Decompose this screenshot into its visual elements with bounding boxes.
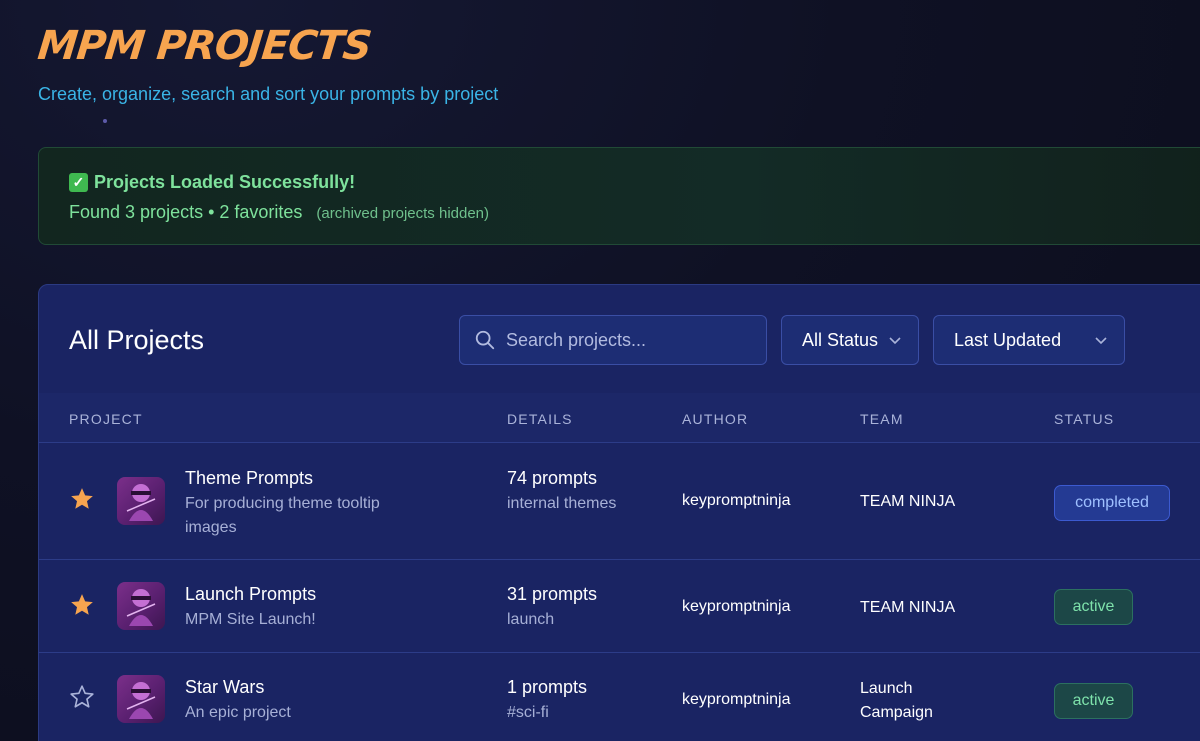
column-header-team[interactable]: TEAM [860, 411, 904, 427]
column-header-author[interactable]: AUTHOR [682, 411, 748, 427]
search-icon [475, 330, 495, 350]
table-row[interactable]: Theme Prompts For producing theme toolti… [39, 444, 1200, 560]
success-title: Projects Loaded Successfully! [94, 172, 356, 192]
project-tags: launch [507, 611, 555, 628]
project-team: TEAM NINJA [860, 599, 956, 616]
app-title: MPM PROJECTS [35, 23, 374, 69]
project-author: keypromptninja [682, 691, 791, 708]
success-title-row: ✓ Projects Loaded Successfully! [69, 172, 355, 193]
success-detail-row: Found 3 projects • 2 favorites (archived… [69, 202, 489, 223]
ninja-avatar-icon [117, 582, 165, 630]
search-input[interactable] [506, 329, 746, 351]
decorative-dot [103, 119, 107, 123]
check-box-icon: ✓ [69, 173, 88, 192]
table-header: PROJECT DETAILS AUTHOR TEAM STATUS [39, 393, 1200, 443]
project-author: keypromptninja [682, 598, 791, 615]
prompt-count: 1 prompts [507, 677, 588, 697]
table-row[interactable]: Star Wars An epic project 1 prompts #sci… [39, 653, 1200, 741]
project-name[interactable]: Launch Prompts [185, 584, 316, 605]
chevron-down-icon [1095, 337, 1107, 345]
project-team: TEAM NINJA [860, 493, 956, 510]
status-badge: active [1054, 589, 1133, 625]
search-box[interactable] [459, 315, 767, 365]
project-tags: internal themes [507, 495, 617, 512]
ninja-avatar-icon [117, 477, 165, 525]
column-header-project[interactable]: PROJECT [69, 411, 143, 427]
project-name[interactable]: Star Wars [185, 677, 264, 698]
status-filter-select[interactable]: All Status [781, 315, 919, 365]
project-description: An epic project [185, 704, 291, 721]
project-author: keypromptninja [682, 492, 791, 509]
status-badge: completed [1054, 485, 1170, 521]
project-team: Launch Campaign [860, 680, 933, 721]
success-note: (archived projects hidden) [316, 205, 490, 222]
panel-title: All Projects [69, 325, 205, 355]
star-filled-icon[interactable] [69, 592, 95, 618]
ninja-avatar-icon [117, 675, 165, 723]
status-badge: active [1054, 683, 1133, 719]
prompt-count: 31 prompts [507, 584, 598, 604]
app-subtitle: Create, organize, search and sort your p… [38, 84, 499, 104]
project-description: For producing theme tooltip images [185, 495, 380, 536]
sort-select[interactable]: Last Updated [933, 315, 1125, 365]
prompt-count: 74 prompts [507, 468, 598, 488]
project-description: MPM Site Launch! [185, 611, 316, 628]
chevron-down-icon [889, 337, 901, 345]
project-tags: #sci-fi [507, 704, 549, 721]
sort-value: Last Updated [954, 329, 1062, 350]
projects-panel: All Projects All Status Last Updated PRO… [38, 284, 1200, 741]
column-header-status[interactable]: STATUS [1054, 411, 1114, 427]
project-name[interactable]: Theme Prompts [185, 468, 313, 489]
table-row[interactable]: Launch Prompts MPM Site Launch! 31 promp… [39, 560, 1200, 653]
column-header-details[interactable]: DETAILS [507, 411, 573, 427]
success-banner: ✓ Projects Loaded Successfully! Found 3 … [38, 147, 1200, 245]
success-detail: Found 3 projects • 2 favorites [69, 202, 303, 222]
star-outline-icon[interactable] [69, 684, 95, 710]
status-filter-value: All Status [802, 329, 879, 350]
star-filled-icon[interactable] [69, 486, 95, 512]
